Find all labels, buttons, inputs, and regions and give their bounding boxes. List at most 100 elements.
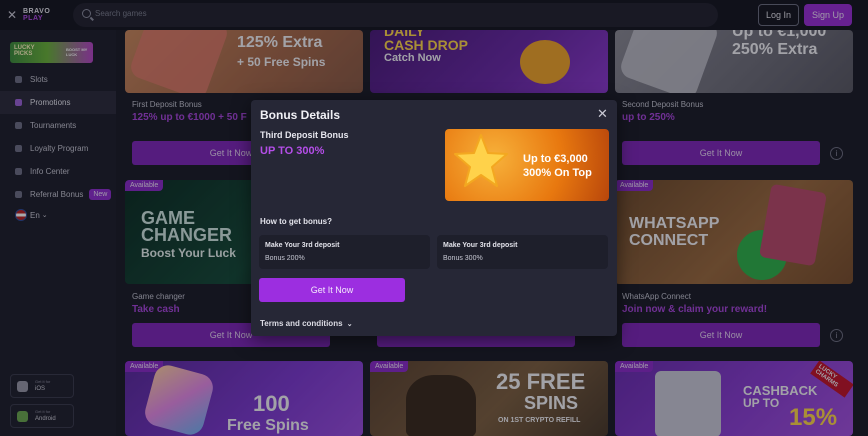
search-input[interactable]: Search games bbox=[73, 3, 718, 27]
banner-text: Up to €1,000 bbox=[732, 30, 827, 40]
app-platform: iOS bbox=[35, 386, 46, 392]
step-desc: Bonus 200% bbox=[265, 255, 305, 262]
how-to-heading: How to get bonus? bbox=[260, 217, 332, 226]
chevron-down-icon: ⌄ bbox=[346, 321, 353, 328]
banner-text: ON 1ST CRYPTO REFILL bbox=[498, 417, 581, 424]
sidebar: LUCKY PICKS BOOST MY LUCK Slots Promotion… bbox=[0, 30, 116, 436]
banner-text: + 50 Free Spins bbox=[237, 55, 326, 69]
info-icon bbox=[15, 168, 22, 175]
close-menu-icon[interactable]: ✕ bbox=[7, 8, 17, 22]
lucky-picks-title: LUCKY PICKS bbox=[14, 45, 35, 57]
card-title: Game changer bbox=[132, 292, 185, 301]
sidebar-nav: Slots Promotions Tournaments Loyalty Pro… bbox=[0, 68, 116, 206]
available-badge: Available bbox=[125, 180, 164, 191]
card-title: WhatsApp Connect bbox=[622, 292, 691, 301]
chevron-down-icon: ⌄ bbox=[41, 212, 48, 219]
sidebar-item-label: Loyalty Program bbox=[30, 144, 89, 153]
terms-toggle[interactable]: Terms and conditions ⌄ bbox=[260, 319, 353, 328]
first-deposit-banner[interactable]: 125% Extra + 50 Free Spins bbox=[125, 30, 363, 93]
second-deposit-banner[interactable]: Up to €1,000 250% Extra bbox=[615, 30, 853, 93]
logo[interactable]: BRAVO PLAY bbox=[23, 8, 50, 22]
safe-graphic bbox=[655, 371, 721, 436]
available-badge: Available bbox=[615, 180, 654, 191]
modal-title: Bonus Details bbox=[260, 108, 341, 122]
bonus-name: Third Deposit Bonus bbox=[260, 130, 349, 140]
get-it-now-button[interactable]: Get It Now bbox=[259, 278, 405, 302]
card-title: Second Deposit Bonus bbox=[622, 100, 704, 109]
logo-line-2: PLAY bbox=[23, 15, 44, 22]
banner-text: WHATSAPP bbox=[629, 215, 720, 232]
get-it-now-button[interactable]: Get It Now bbox=[622, 323, 820, 347]
available-badge: Available bbox=[370, 361, 409, 372]
sidebar-item-label: Tournaments bbox=[30, 121, 77, 130]
sidebar-item-tournaments[interactable]: Tournaments bbox=[0, 114, 116, 137]
app-caption: Get it for bbox=[35, 379, 51, 384]
app-platform: Android bbox=[35, 416, 56, 422]
slots-icon bbox=[15, 76, 22, 83]
coins-graphic bbox=[520, 40, 570, 84]
search-icon bbox=[82, 9, 91, 18]
info-icon[interactable]: i bbox=[830, 329, 843, 342]
free-spins-100-banner[interactable]: Available 100 Free Spins bbox=[125, 361, 363, 436]
get-it-now-button[interactable]: Get It Now bbox=[622, 141, 820, 165]
android-app-button[interactable]: Get it for Android bbox=[10, 404, 74, 428]
sidebar-item-label: Promotions bbox=[30, 98, 71, 107]
language-selector[interactable]: En ⌄ bbox=[15, 209, 48, 221]
banner-text: CHANGER bbox=[141, 225, 233, 245]
crown-icon bbox=[15, 145, 22, 152]
sidebar-item-loyalty[interactable]: Loyalty Program bbox=[0, 137, 116, 160]
banner-text: Catch Now bbox=[384, 52, 441, 64]
buffalo-graphic bbox=[406, 375, 476, 436]
login-button[interactable]: Log In bbox=[758, 4, 799, 26]
banner-text: SPINS bbox=[524, 393, 579, 413]
step-title: Make Your 3rd deposit bbox=[265, 242, 340, 249]
card-subtitle: Join now & claim your reward! bbox=[622, 304, 768, 315]
daily-cash-banner[interactable]: DAILY CASH DROP Catch Now bbox=[370, 30, 608, 93]
banner-text: 100 bbox=[253, 391, 290, 416]
sidebar-item-label: Info Center bbox=[30, 167, 70, 176]
banner-text: 15% bbox=[789, 404, 838, 431]
sidebar-item-referral[interactable]: Referral Bonus New bbox=[0, 183, 116, 206]
bonus-banner: Up to €3,000 300% On Top bbox=[445, 129, 609, 201]
step-title: Make Your 3rd deposit bbox=[443, 242, 518, 249]
search-placeholder: Search games bbox=[95, 9, 147, 18]
star-graphic bbox=[617, 30, 721, 93]
banner-line-2: 300% On Top bbox=[523, 167, 592, 179]
terms-label: Terms and conditions bbox=[260, 319, 343, 328]
sidebar-item-info-center[interactable]: Info Center bbox=[0, 160, 116, 183]
logo-line-1: BRAVO bbox=[23, 8, 51, 15]
crystal-star-graphic bbox=[141, 362, 217, 436]
bonus-value: UP TO 300% bbox=[260, 145, 325, 157]
star-graphic bbox=[127, 30, 231, 93]
whatsapp-banner[interactable]: Available WHATSAPP CONNECT bbox=[615, 180, 853, 284]
ios-app-button[interactable]: Get it for iOS bbox=[10, 374, 74, 398]
banner-text: CONNECT bbox=[629, 232, 709, 249]
promotions-icon bbox=[15, 99, 22, 106]
free-spins-25-banner[interactable]: Available 25 FREE SPINS ON 1ST CRYPTO RE… bbox=[370, 361, 608, 436]
lucky-picks-banner[interactable]: LUCKY PICKS BOOST MY LUCK bbox=[10, 42, 93, 63]
new-badge: New bbox=[89, 189, 112, 200]
card-subtitle: up to 250% bbox=[622, 112, 675, 123]
banner-text: Free Spins bbox=[227, 417, 309, 434]
bonus-details-modal: Bonus Details ✕ Third Deposit Bonus UP T… bbox=[251, 100, 617, 336]
card-subtitle: 125% up to €1000 + 50 F bbox=[132, 112, 247, 123]
bonus-step: Make Your 3rd deposit Bonus 200% bbox=[259, 235, 430, 269]
close-icon[interactable]: ✕ bbox=[597, 106, 608, 122]
sidebar-item-slots[interactable]: Slots bbox=[0, 68, 116, 91]
app-caption: Get it for bbox=[35, 409, 51, 414]
banner-text: UP TO bbox=[743, 396, 780, 410]
trophy-icon bbox=[15, 122, 22, 129]
slot-machine-graphic bbox=[759, 183, 827, 267]
top-bar: ✕ BRAVO PLAY Search games Log In Sign Up bbox=[0, 0, 868, 30]
banner-line-1: Up to €3,000 bbox=[523, 153, 588, 165]
banner-text: 25 FREE bbox=[496, 369, 586, 394]
sidebar-item-promotions[interactable]: Promotions bbox=[0, 91, 116, 114]
signup-button[interactable]: Sign Up bbox=[804, 4, 852, 26]
sidebar-item-label: Slots bbox=[30, 75, 48, 84]
sidebar-item-label: Referral Bonus bbox=[30, 190, 84, 199]
card-subtitle: Take cash bbox=[132, 304, 180, 315]
apple-icon bbox=[17, 381, 28, 392]
step-desc: Bonus 300% bbox=[443, 255, 483, 262]
cashback-banner[interactable]: Available CASHBACK UP TO 15% LUCKY CHARM… bbox=[615, 361, 853, 436]
info-icon[interactable]: i bbox=[830, 147, 843, 160]
